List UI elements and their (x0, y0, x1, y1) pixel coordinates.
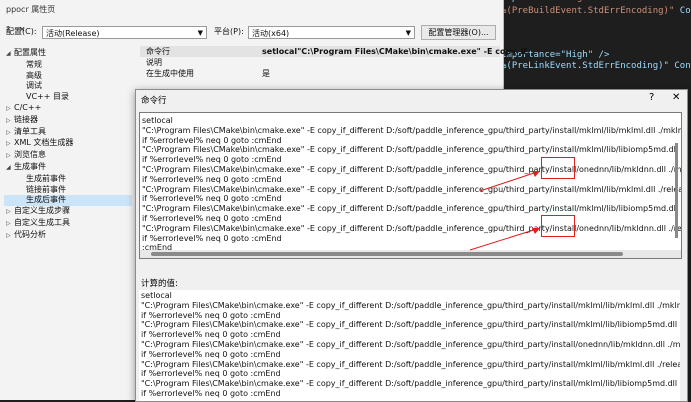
expander-icon[interactable]: ▷ (6, 231, 14, 242)
expander-icon[interactable]: ▷ (6, 151, 14, 162)
evaluated-line: if %errorlevel% neq 0 goto :cmEnd (141, 330, 281, 340)
expander-icon[interactable]: ◢ (6, 49, 14, 60)
property-value: setlocal"C:\Program Files\CMake\bin\cmak… (262, 47, 527, 56)
expander-icon[interactable]: ◢ (6, 163, 14, 174)
config-select[interactable]: 活动(Release) ▼ (42, 26, 207, 39)
tree-item[interactable]: ▷ 代码分析 (4, 230, 132, 242)
tree-item-label: 生成后事件 (26, 195, 66, 205)
platform-label: 平台(P): (214, 27, 244, 36)
evaluated-line: if %errorlevel% neq 0 goto :cmEnd (141, 389, 281, 398)
tree-item-label: 自定义生成工具 (14, 217, 70, 227)
dialog-help-button[interactable]: ? (649, 92, 654, 103)
platform-value: 活动(x64) (252, 29, 290, 38)
property-value: 是 (262, 69, 270, 78)
tree-item-label: XML 文档生成器 (14, 138, 74, 148)
tree-item[interactable]: 生成前事件 (4, 174, 132, 185)
tree-item-label: 常规 (26, 59, 42, 69)
tree-item[interactable]: ▷ 自定义生成工具 (4, 218, 132, 230)
arrowhead (532, 228, 540, 234)
tree-item[interactable]: ◢ 配置属性 (4, 48, 132, 60)
evaluated-line: if %errorlevel% neq 0 goto :cmEnd (141, 349, 281, 359)
evaluated-line: "C:\Program Files\CMake\bin\cmake.exe" -… (141, 359, 680, 369)
evaluated-line: "C:\Program Files\CMake\bin\cmake.exe" -… (141, 300, 680, 310)
evaluated-value: setlocal "C:\Program Files\CMake\bin\cmak… (139, 290, 680, 401)
tree-item[interactable]: 生成后事件 (4, 195, 132, 207)
expander-icon[interactable]: ▷ (6, 128, 14, 139)
evaluated-line: setlocal (141, 291, 172, 300)
platform-select[interactable]: 活动(x64) ▼ (248, 26, 415, 39)
dialog-title: 命令行 (141, 96, 167, 106)
command-line-dialog: 命令行 ? ✕ endlocal & call :cmErrorLevel %e… (135, 89, 688, 402)
property-grid: 命令行 setlocal"C:\Program Files\CMake\bin\c… (140, 46, 527, 79)
tree-item[interactable]: 高级 (4, 71, 132, 82)
tree-item[interactable]: 常规 (4, 60, 132, 71)
tree-item[interactable]: ◢ 生成事件 (4, 162, 132, 174)
config-manager-button[interactable]: 配置管理器(O)... (421, 25, 496, 40)
tree-item-label: 调试 (26, 81, 42, 91)
tree-item[interactable]: ▷ 浏览信息 (4, 150, 132, 162)
property-row[interactable]: 说明 (140, 57, 500, 68)
annotation-arrow (479, 170, 541, 192)
tree-item-label: 清单工具 (14, 126, 46, 136)
property-row[interactable]: 在生成中使用 是 (140, 68, 500, 79)
tree-item-label: 代码分析 (14, 229, 46, 239)
code-line: %(PreLinkEvent.StdErrEncoding)" Conditio… (501, 61, 691, 71)
annotation-arrows (469, 170, 541, 251)
evaluated-line: if %errorlevel% neq 0 goto :cmEnd (141, 369, 281, 379)
tree-item[interactable]: 调试 (4, 81, 132, 92)
code-line: %(PreBuildEvent.StdErrEncoding)" Conditi… (501, 6, 691, 16)
tree-item-label: 配置属性 (14, 48, 46, 57)
chevron-down-icon: ▼ (197, 29, 203, 37)
tree-item[interactable]: ▷ 清单工具 (4, 127, 132, 139)
evaluated-line: if %errorlevel% neq 0 goto :cmEnd (141, 310, 281, 320)
command-line-editor[interactable]: endlocal & call :cmErrorLevel %errorleve… (139, 112, 682, 259)
tree-item[interactable]: ▷ XML 文档生成器 (4, 138, 132, 150)
tree-item[interactable]: VC++ 目录 (4, 92, 132, 103)
evaluated-line: "C:\Program Files\CMake\bin\cmake.exe" -… (141, 340, 680, 349)
evaluated-line: "C:\Program Files\CMake\bin\cmake.exe" -… (141, 379, 680, 389)
annotation-arrow (469, 227, 541, 251)
window-title: ppocr 属性页 (6, 5, 56, 14)
dialog-close-button[interactable]: ✕ (672, 92, 680, 103)
tree-item-label: 浏览信息 (14, 150, 46, 160)
property-name: 命令行 (146, 47, 170, 56)
tree-item-label: C/C++ (14, 102, 42, 112)
chevron-down-icon: ▼ (405, 29, 411, 37)
expander-icon[interactable]: ▷ (6, 207, 14, 218)
tree-item-label: 生成前事件 (26, 173, 66, 183)
property-tree: ◢ 配置属性 常规 高级 调试 VC++ 目录 ▷ C/C++ ▷ 链接器 ▷ 清单工具 ▷ XML 文档… (4, 48, 132, 242)
expander-icon[interactable]: ▷ (6, 219, 14, 230)
property-row[interactable]: 命令行 setlocal"C:\Program Files\CMake\bin\c… (140, 46, 527, 57)
property-name: 说明 (146, 58, 162, 67)
tree-item-label: 高级 (26, 70, 42, 80)
tree-item-label: VC++ 目录 (26, 92, 70, 102)
tree-item[interactable]: ▷ 链接器 (4, 115, 132, 127)
tree-item[interactable]: ▷ 自定义生成步骤 (4, 206, 132, 218)
arrowhead (532, 171, 540, 177)
tree-item-label: 自定义生成步骤 (14, 206, 70, 216)
tree-item-label: 链接前事件 (26, 184, 66, 194)
expander-icon[interactable]: ▷ (6, 104, 14, 115)
evaluated-label: 计算的值: (141, 279, 178, 289)
property-name: 在生成中使用 (146, 69, 194, 78)
tree-item-label: 生成事件 (14, 161, 46, 171)
tree-item[interactable]: 链接前事件 (4, 185, 132, 196)
expander-icon[interactable]: ▷ (6, 139, 14, 150)
tree-item-label: 链接器 (14, 114, 38, 124)
tree-item[interactable]: ▷ C/C++ (4, 103, 132, 115)
expander-icon[interactable]: ▷ (6, 116, 14, 127)
evaluated-line: "C:\Program Files\CMake\bin\cmake.exe" -… (141, 320, 680, 330)
config-value: 活动(Release) (46, 29, 100, 38)
config-label: 配置(C): (6, 27, 37, 36)
